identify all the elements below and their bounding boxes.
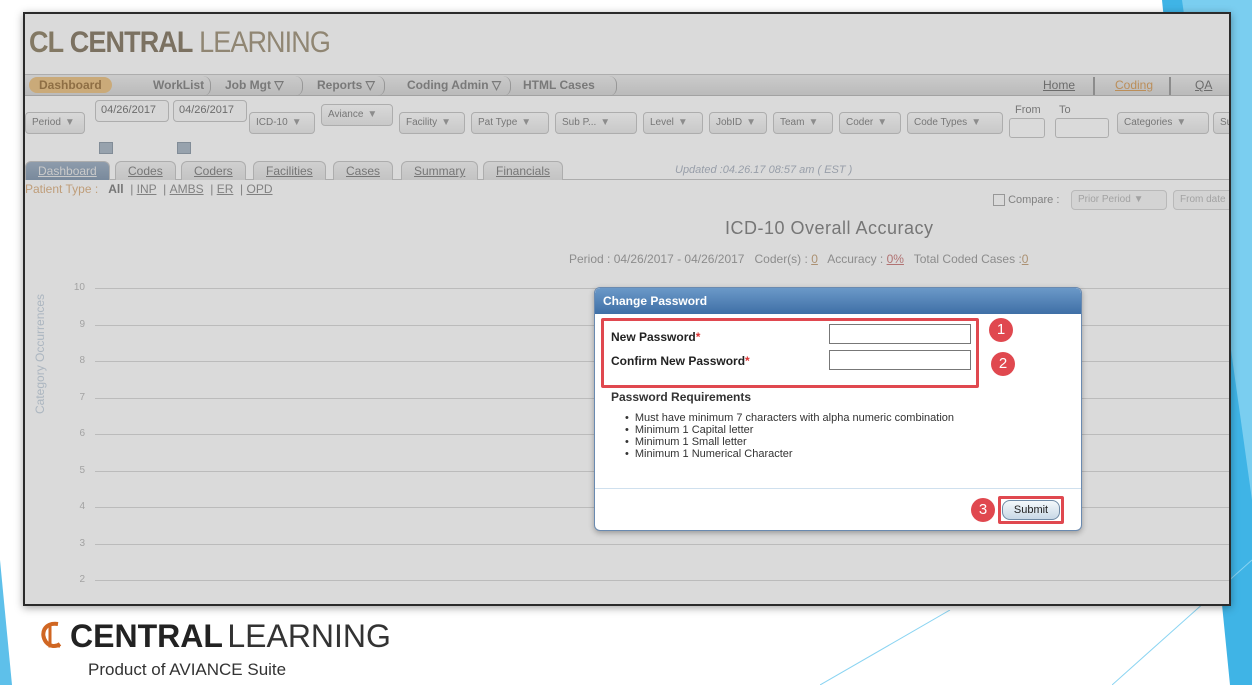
slide: CL CENTRAL LEARNING Dashboard WorkList J… — [0, 0, 1252, 685]
requirement-item: Minimum 1 Small letter — [625, 436, 954, 448]
app-screenshot: CL CENTRAL LEARNING Dashboard WorkList J… — [23, 12, 1231, 606]
dialog-divider — [595, 488, 1081, 489]
app-window: CL CENTRAL LEARNING Dashboard WorkList J… — [25, 14, 1229, 604]
slide-decoration-line — [820, 610, 951, 685]
requirement-item: Must have minimum 7 characters with alph… — [625, 412, 954, 424]
brand-wordmark: CENTRAL LEARNING — [70, 618, 391, 655]
requirement-item: Minimum 1 Capital letter — [625, 424, 954, 436]
dialog-title: Change Password — [595, 288, 1081, 314]
brand-word-learning: LEARNING — [227, 618, 391, 654]
step-badge-3: 3 — [971, 498, 995, 522]
requirement-item: Minimum 1 Numerical Character — [625, 448, 954, 460]
requirements-list: Must have minimum 7 characters with alph… — [625, 412, 954, 460]
submit-highlight — [998, 496, 1064, 524]
brand-logo-mark — [41, 621, 62, 649]
requirements-heading: Password Requirements — [611, 390, 752, 404]
step-badge-1: 1 — [989, 318, 1013, 342]
brand-product-line: Product of AVIANCE Suite — [88, 660, 287, 679]
fields-highlight — [601, 318, 979, 388]
step-badge-2: 2 — [991, 352, 1015, 376]
brand-word-central: CENTRAL — [70, 618, 223, 654]
